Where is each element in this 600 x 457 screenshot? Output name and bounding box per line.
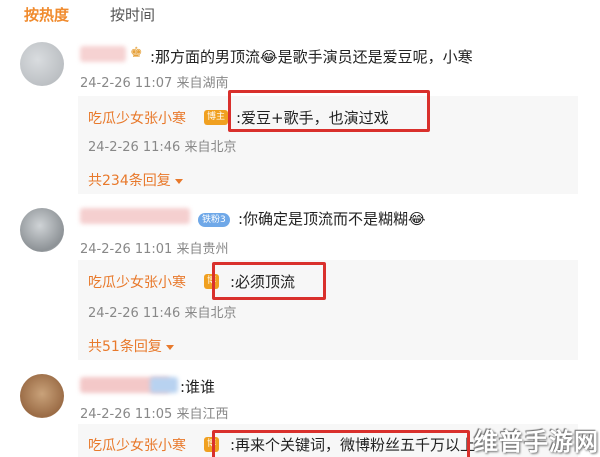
reply-count-link[interactable]: 共51条回复 — [88, 336, 174, 356]
fan-level-badge: 铁粉3 — [198, 213, 230, 227]
sort-tab-time[interactable]: 按时间 — [110, 4, 155, 25]
avatar[interactable] — [20, 42, 64, 86]
comment-meta: 24-2-26 11:01 来自贵州 — [80, 242, 229, 257]
reply-meta: 24-2-26 11:46 来自北京 — [88, 140, 237, 155]
comment-text: :谁谁 — [180, 378, 216, 396]
reply-count-link[interactable]: 共234条回复 — [88, 170, 183, 190]
author-badge: 博主 — [204, 110, 229, 125]
reply-count-label: 共51条回复 — [88, 339, 162, 355]
reply-box: 吃瓜少女张小寒 博 :必须顶流 24-2-26 11:46 来自北京 共51条回… — [78, 260, 578, 360]
comment-meta: 24-2-26 11:05 来自江西 — [80, 407, 229, 422]
blurred-username[interactable] — [80, 208, 190, 224]
reply-author[interactable]: 吃瓜少女张小寒 — [88, 435, 186, 455]
sort-bar: 按热度 按时间 — [0, 0, 600, 30]
sort-tab-hot[interactable]: 按热度 — [24, 4, 69, 25]
crown-icon: ♚ — [130, 45, 143, 61]
comment-text: :你确定是顶流而不是糊糊😂 — [238, 210, 426, 228]
blurred-username[interactable] — [80, 46, 126, 62]
blurred-badge — [150, 377, 178, 393]
chevron-down-icon — [174, 178, 183, 184]
reply-author[interactable]: 吃瓜少女张小寒 — [88, 108, 186, 128]
avatar[interactable] — [20, 374, 64, 418]
reply-author[interactable]: 吃瓜少女张小寒 — [88, 272, 186, 292]
watermark-logo: 维普手游网 — [474, 428, 599, 456]
reply-count-label: 共234条回复 — [88, 173, 171, 189]
avatar[interactable] — [20, 208, 64, 252]
highlight-box — [228, 90, 430, 132]
highlight-box — [212, 430, 470, 457]
highlight-box — [212, 262, 326, 300]
chevron-down-icon — [165, 344, 174, 350]
comment-text: :那方面的男顶流😂是歌手演员还是爱豆呢，小寒 — [150, 48, 473, 66]
reply-meta: 24-2-26 11:46 来自北京 — [88, 306, 237, 321]
comment-meta: 24-2-26 11:07 来自湖南 — [80, 76, 229, 91]
